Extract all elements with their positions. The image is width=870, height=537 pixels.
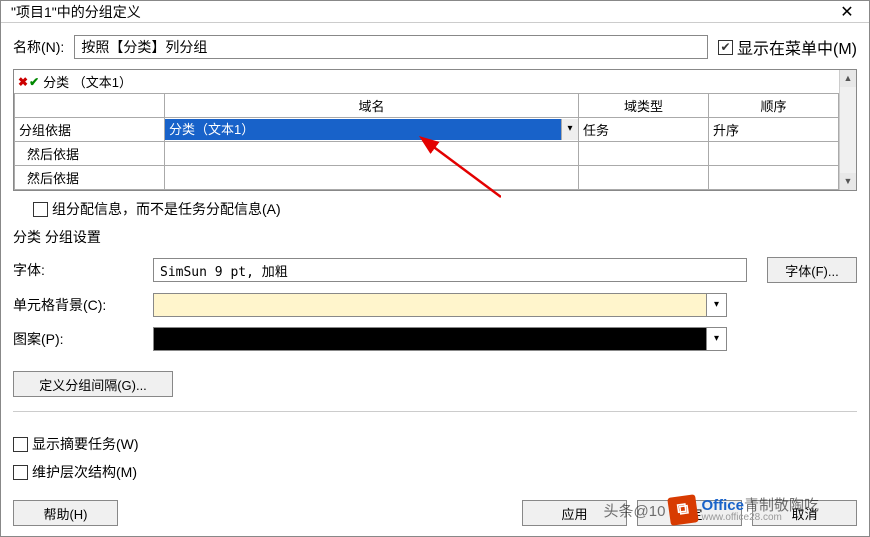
define-interval-button[interactable]: 定义分组间隔(G)... (13, 371, 173, 397)
watermark: 头条@10 ⧉ Office青制敬陶吃 www.office28.com (604, 496, 819, 524)
domain-value-0[interactable]: 分类（文本1） (165, 119, 565, 140)
bg-color-combo[interactable]: ▾ (153, 293, 727, 317)
summary-checkbox[interactable] (13, 437, 28, 452)
show-in-menu-label: 显示在菜单中(M) (737, 35, 857, 59)
pattern-label: 图案(P): (13, 329, 153, 349)
hierarchy-label: 维护层次结构(M) (32, 462, 137, 482)
col-type: 域类型 (579, 94, 709, 118)
clear-icon[interactable]: ✖ (18, 75, 28, 89)
row-label-0: 分组依据 (15, 118, 165, 142)
name-input[interactable] (74, 35, 708, 59)
group-assign-label: 组分配信息，而不是任务分配信息(A) (52, 199, 281, 219)
hierarchy-checkbox[interactable] (13, 465, 28, 480)
pattern-swatch (154, 328, 706, 350)
table-row: 分组依据 分类（文本1） ▾ 任务 升序 (15, 118, 839, 142)
grid-top-text: 分类 （文本1） (43, 72, 132, 91)
grid-scrollbar[interactable]: ▲ ▼ (839, 70, 856, 190)
bg-label: 单元格背景(C): (13, 295, 153, 315)
bg-color-swatch (154, 294, 706, 316)
office-icon: ⧉ (668, 494, 700, 526)
font-button[interactable]: 字体(F)... (767, 257, 857, 283)
col-domain: 域名 (165, 94, 579, 118)
dropdown-icon[interactable]: ▾ (561, 119, 578, 140)
font-display: SimSun 9 pt, 加粗 (153, 258, 747, 282)
table-row: 然后依据 (15, 166, 839, 190)
domain-cell-2[interactable] (165, 166, 579, 190)
type-cell-2[interactable] (579, 166, 709, 190)
group-assign-checkbox[interactable] (33, 202, 48, 217)
grid-corner (15, 94, 165, 118)
scroll-up-icon[interactable]: ▲ (840, 70, 856, 87)
close-button[interactable]: ✕ (825, 1, 869, 22)
show-in-menu-checkbox[interactable] (718, 40, 733, 55)
row-label-2: 然后依据 (15, 166, 165, 190)
type-cell-1[interactable] (579, 142, 709, 166)
type-cell-0[interactable]: 任务 (579, 118, 709, 142)
domain-cell-0[interactable]: 分类（文本1） ▾ (165, 118, 579, 142)
chevron-down-icon[interactable]: ▾ (706, 294, 726, 316)
summary-label: 显示摘要任务(W) (32, 434, 139, 454)
pattern-combo[interactable]: ▾ (153, 327, 727, 351)
chevron-down-icon[interactable]: ▾ (706, 328, 726, 350)
order-cell-2[interactable] (709, 166, 839, 190)
row-label-1: 然后依据 (15, 142, 165, 166)
help-button[interactable]: 帮助(H) (13, 500, 118, 526)
col-order: 顺序 (709, 94, 839, 118)
apply-icon[interactable]: ✔ (29, 75, 39, 89)
order-cell-0[interactable]: 升序 (709, 118, 839, 142)
table-row: 然后依据 (15, 142, 839, 166)
scroll-down-icon[interactable]: ▼ (840, 173, 856, 190)
section-title: 分类 分组设置 (13, 227, 857, 247)
name-label: 名称(N): (13, 37, 64, 57)
domain-cell-1[interactable] (165, 142, 579, 166)
window-title: "项目1"中的分组定义 (11, 2, 141, 22)
order-cell-1[interactable] (709, 142, 839, 166)
font-label: 字体: (13, 260, 153, 280)
